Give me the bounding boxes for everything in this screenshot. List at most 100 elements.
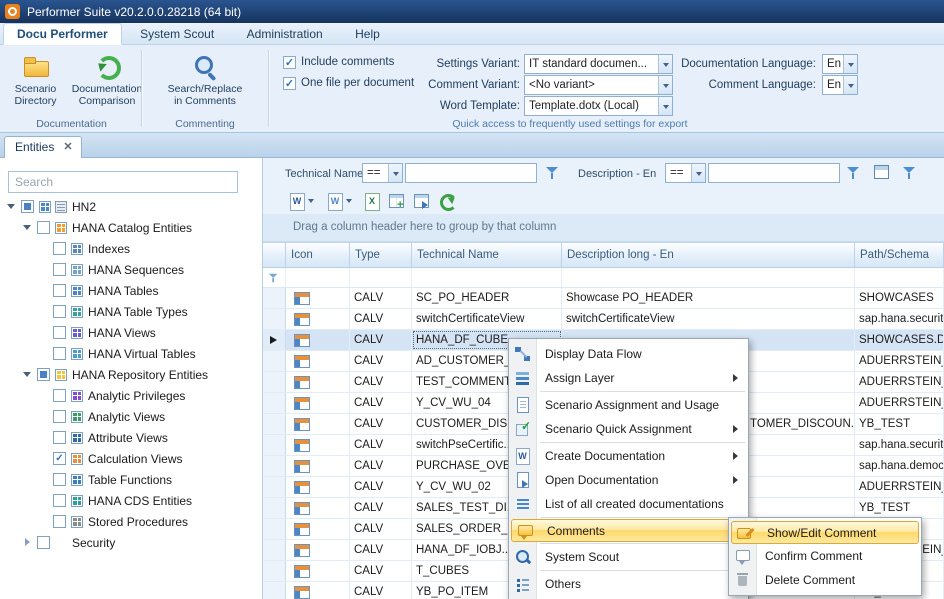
description-operator-select[interactable]: ==: [665, 163, 706, 183]
menu-item-scenario-quick-assignment[interactable]: Scenario Quick Assignment: [510, 417, 747, 441]
settings-variant-select[interactable]: IT standard documen...: [524, 54, 673, 74]
tree-checkbox[interactable]: [37, 368, 50, 381]
tree-item-security[interactable]: Security: [2, 532, 262, 553]
tree-checkbox[interactable]: [53, 410, 66, 423]
technical-name-operator-select[interactable]: ==: [362, 163, 403, 183]
description-filter-input[interactable]: [708, 163, 840, 183]
chevron-down-icon[interactable]: [306, 192, 317, 210]
expander-icon[interactable]: [20, 220, 35, 235]
expander-icon[interactable]: [36, 262, 51, 277]
comment-language-select[interactable]: En: [822, 75, 858, 95]
expander-icon[interactable]: [36, 514, 51, 529]
filter-cell-type[interactable]: [350, 268, 412, 287]
tree-item-hana-views[interactable]: HANA Views: [2, 322, 262, 343]
expander-icon[interactable]: [36, 283, 51, 298]
chevron-down-icon[interactable]: [388, 164, 402, 182]
clear-filter-button[interactable]: [901, 165, 917, 181]
expander-icon[interactable]: [36, 451, 51, 466]
tab-entities[interactable]: Entities: [4, 136, 82, 158]
column-header-technical-name[interactable]: Technical Name: [412, 243, 562, 267]
tree-checkbox[interactable]: [53, 347, 66, 360]
export-grid-button[interactable]: [413, 192, 431, 210]
tree-checkbox[interactable]: [53, 431, 66, 444]
expander-icon[interactable]: [20, 367, 35, 382]
tree-item-table-functions[interactable]: Table Functions: [2, 469, 262, 490]
expander-icon[interactable]: [4, 199, 19, 214]
column-header-icon[interactable]: Icon: [286, 243, 350, 267]
column-header-description-long[interactable]: Description long - En: [562, 243, 855, 267]
tree-item-hn2[interactable]: HN2: [2, 196, 262, 217]
expander-icon[interactable]: [20, 535, 35, 550]
tree-item-hana-table-types[interactable]: HANA Table Types: [2, 301, 262, 322]
expander-icon[interactable]: [36, 493, 51, 508]
tree-checkbox[interactable]: [53, 452, 66, 465]
tree-item-hana-virtual-tables[interactable]: HANA Virtual Tables: [2, 343, 262, 364]
tree-checkbox[interactable]: [53, 473, 66, 486]
tree-checkbox[interactable]: [53, 305, 66, 318]
tree-item-hana-repository-entities[interactable]: HANA Repository Entities: [2, 364, 262, 385]
tree-item-calculation-views[interactable]: Calculation Views: [2, 448, 262, 469]
include-comments-checkbox[interactable]: [283, 56, 296, 69]
menu-item-scenario-assignment-and-usage[interactable]: Scenario Assignment and Usage: [510, 393, 747, 417]
menu-item-confirm-comment[interactable]: Confirm Comment: [730, 544, 920, 568]
search-replace-comments-button[interactable]: Search/Replace in Comments: [162, 48, 248, 108]
filter-cell-icon[interactable]: [286, 268, 350, 287]
close-icon[interactable]: [63, 142, 72, 152]
menu-item-others[interactable]: Others: [510, 572, 747, 596]
tab-help[interactable]: Help: [341, 23, 394, 44]
tree-item-indexes[interactable]: Indexes: [2, 238, 262, 259]
tree-item-stored-procedures[interactable]: Stored Procedures: [2, 511, 262, 532]
refresh-button[interactable]: [438, 192, 456, 210]
expander-icon[interactable]: [36, 304, 51, 319]
tree-checkbox[interactable]: [37, 536, 50, 549]
tree-checkbox[interactable]: [53, 263, 66, 276]
search-input[interactable]: [8, 171, 238, 193]
export-word-button[interactable]: [287, 190, 318, 212]
menu-item-system-scout[interactable]: System Scout: [510, 545, 747, 569]
menu-item-show-edit-comment[interactable]: Show/Edit Comment: [731, 521, 919, 544]
word-template-select[interactable]: Template.dotx (Local): [524, 96, 673, 116]
documentation-language-select[interactable]: En: [822, 54, 858, 74]
tree-checkbox[interactable]: [21, 200, 34, 213]
chevron-down-icon[interactable]: [691, 164, 705, 182]
technical-name-filter-input[interactable]: [405, 163, 537, 183]
tree-checkbox[interactable]: [53, 284, 66, 297]
expander-icon[interactable]: [36, 325, 51, 340]
chevron-down-icon[interactable]: [843, 76, 857, 94]
table-row[interactable]: CALV switchCertificateView switchCertifi…: [263, 309, 944, 330]
expander-icon[interactable]: [36, 409, 51, 424]
tab-administration[interactable]: Administration: [233, 23, 337, 44]
expander-icon[interactable]: [36, 346, 51, 361]
tree-checkbox[interactable]: [53, 515, 66, 528]
filter-editor-button[interactable]: [874, 165, 889, 179]
column-header-type[interactable]: Type: [350, 243, 412, 267]
menu-item-list-of-all-created-documentations[interactable]: List of all created documentations: [510, 492, 747, 516]
tree-item-hana-tables[interactable]: HANA Tables: [2, 280, 262, 301]
one-file-per-document-checkbox[interactable]: [283, 77, 296, 90]
scenario-directory-button[interactable]: Scenario Directory: [2, 48, 69, 108]
tree-item-analytic-views[interactable]: Analytic Views: [2, 406, 262, 427]
grid-filter-row[interactable]: [263, 268, 944, 288]
tree-checkbox[interactable]: [53, 242, 66, 255]
tree-item-hana-catalog-entities[interactable]: HANA Catalog Entities: [2, 217, 262, 238]
tab-system-scout[interactable]: System Scout: [126, 23, 228, 44]
documentation-comparison-button[interactable]: Documentation Comparison: [73, 48, 141, 108]
tree-checkbox[interactable]: [53, 326, 66, 339]
group-by-bar[interactable]: Drag a column header here to group by th…: [263, 214, 944, 242]
menu-item-assign-layer[interactable]: Assign Layer: [510, 366, 747, 390]
filter-cell-technical-name[interactable]: [412, 268, 562, 287]
filter-cell-path[interactable]: [855, 268, 944, 287]
expander-icon[interactable]: [36, 388, 51, 403]
export-word-template-button[interactable]: [325, 190, 356, 212]
chevron-down-icon[interactable]: [843, 55, 857, 73]
filter-cell-description[interactable]: [562, 268, 855, 287]
tree-checkbox[interactable]: [53, 494, 66, 507]
expander-icon[interactable]: [36, 472, 51, 487]
menu-item-delete-comment[interactable]: Delete Comment: [730, 568, 920, 592]
comment-variant-select[interactable]: <No variant>: [524, 75, 673, 95]
expander-icon[interactable]: [36, 430, 51, 445]
technical-name-filter-button[interactable]: [544, 165, 560, 181]
tree-checkbox[interactable]: [53, 389, 66, 402]
add-grid-button[interactable]: [388, 192, 406, 210]
tree-item-analytic-privileges[interactable]: Analytic Privileges: [2, 385, 262, 406]
